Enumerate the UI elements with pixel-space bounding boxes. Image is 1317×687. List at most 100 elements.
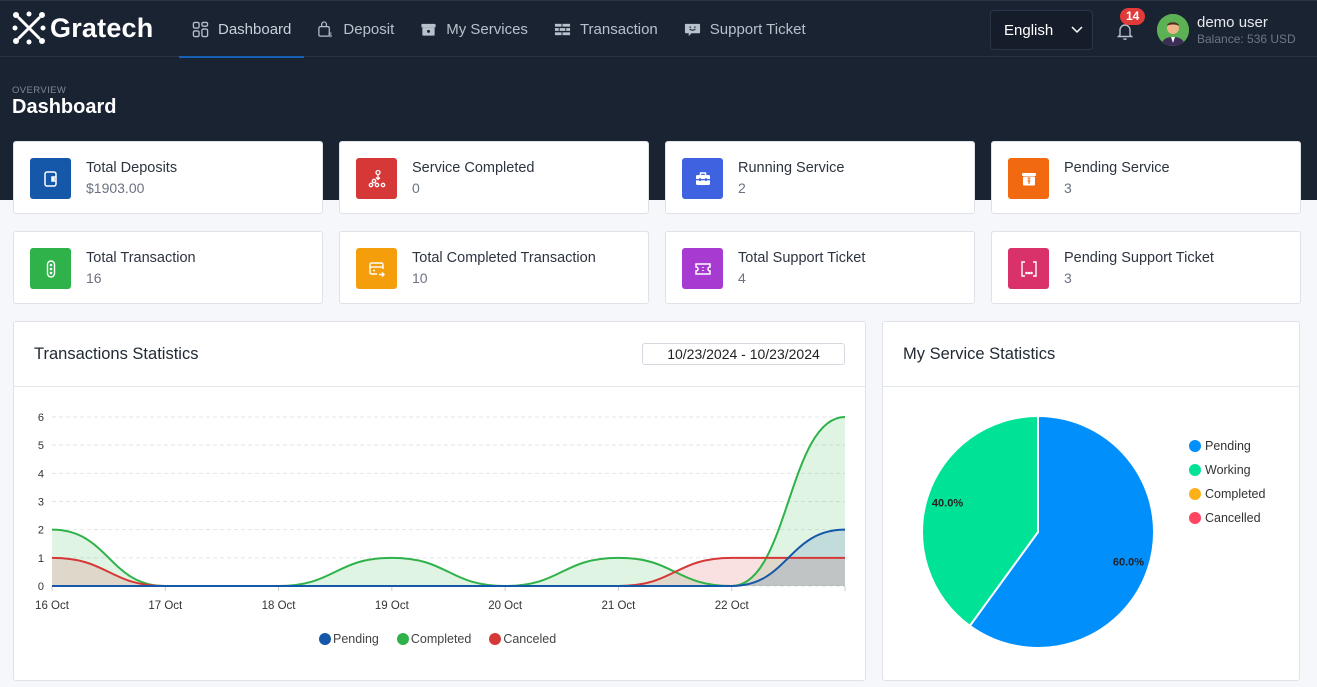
stat-label: Total Transaction [86,250,196,266]
legend-label: Cancelled [1205,511,1261,525]
hierarchy-icon [368,169,385,187]
notification-badge: 14 [1120,8,1146,25]
stat-value: $1903.00 [86,180,145,196]
legend-label: Working [1205,463,1251,477]
service-statistics-panel: My Service Statistics 60.0% 40.0% Pending… [882,321,1300,681]
stat-card-running-service[interactable]: Running Service 2 [665,141,975,214]
stat-label: Running Service [738,160,845,176]
nav-item-label: Support Ticket [709,21,806,38]
services-box-icon [421,23,436,36]
panel-header: My Service Statistics [883,322,1299,387]
nav-item-dashboard[interactable]: Dashboard [179,1,305,58]
stat-card-total-deposits[interactable]: Total Deposits $1903.00 [13,141,323,214]
main-menu: Dashboard $ Deposit My Services Transact… [179,1,819,58]
legend-label: Completed [410,632,472,646]
y-tick-label: 4 [38,468,44,480]
top-navbar: Gratech Dashboard $ Deposit My Services … [0,0,1317,58]
nav-item-label: Transaction [579,21,658,38]
pie-legend: Pending Working Completed Cancelled [1189,434,1265,530]
legend-item-canceled[interactable]: Canceled [489,632,556,646]
legend-dot [1189,464,1201,476]
legend-dot [1189,512,1201,524]
y-tick-label: 5 [38,440,44,452]
x-tick-label: 18 Oct [262,600,297,612]
nav-item-transaction[interactable]: Transaction [541,1,671,58]
stat-card-service-completed[interactable]: Service Completed 0 [339,141,649,214]
brackets-dots-icon [1020,260,1037,277]
stat-icon-bg [30,248,71,289]
legend-item-cancelled[interactable]: Cancelled [1189,506,1265,530]
legend-item-working[interactable]: Working [1189,458,1265,482]
transactions-statistics-panel: Transactions Statistics 0 1 2 3 4 5 6 16 Oct 17 … [13,321,866,681]
stat-icon-bg [1008,158,1049,199]
stat-value: 10 [412,270,428,286]
y-tick-label: 6 [38,412,44,424]
stat-icon-bg [682,158,723,199]
stat-value: 3 [1064,180,1072,196]
legend-item-completed[interactable]: Completed [396,632,472,646]
page-overline: OVERVIEW [12,85,67,96]
stat-card-total-transaction[interactable]: Total Transaction 16 [13,231,323,304]
deposit-icon: $ [318,21,333,38]
stat-value: 16 [86,270,102,286]
legend-dot [1189,440,1201,452]
wallet-icon [43,170,57,187]
ticket-icon [694,262,711,275]
x-tick-label: 22 Oct [715,600,750,612]
brand-logo[interactable]: Gratech [12,11,153,45]
stat-card-total-support-ticket[interactable]: Total Support Ticket 4 [665,231,975,304]
stat-card-total-completed-transaction[interactable]: Total Completed Transaction 10 [339,231,649,304]
language-value: English [1004,21,1054,39]
legend-dot [1189,488,1201,500]
user-balance: Balance: 536 USD [1197,32,1296,46]
stat-label: Pending Support Ticket [1064,250,1214,266]
stat-value: 4 [738,270,746,286]
nav-item-label: My Services [446,21,528,38]
x-tick-label: 17 Oct [148,600,183,612]
legend-item-completed[interactable]: Completed [1189,482,1265,506]
stat-icon-bg [30,158,71,199]
user-avatar-icon [1157,14,1189,46]
stat-icon-bg [356,158,397,199]
y-tick-label: 1 [38,553,44,565]
nav-item-support-ticket[interactable]: Support Ticket [671,1,819,58]
x-tick-label: 20 Oct [488,600,523,612]
language-select[interactable]: English [990,10,1093,50]
panel-title: Transactions Statistics [34,345,199,363]
traffic-light-icon [46,259,55,278]
nav-item-deposit[interactable]: $ Deposit [304,1,407,58]
logo-icon [12,11,46,45]
brand-name: Gratech [50,12,154,43]
date-range-input[interactable] [642,343,845,365]
stat-card-pending-support-ticket[interactable]: Pending Support Ticket 3 [991,231,1301,304]
y-tick-label: 3 [38,497,44,509]
stat-value: 0 [412,180,420,196]
card-transfer-icon [368,261,385,277]
stat-label: Total Support Ticket [738,250,866,266]
stat-icon-bg [356,248,397,289]
legend-item-pending[interactable]: Pending [1189,434,1265,458]
panel-header: Transactions Statistics [14,322,865,387]
chevron-down-icon [1071,26,1083,34]
y-tick-label: 0 [38,581,44,593]
stat-value: 3 [1064,270,1072,286]
stat-card-pending-service[interactable]: Pending Service 3 [991,141,1301,214]
chat-icon [684,23,700,37]
legend-dot [489,633,502,645]
nav-item-label: Deposit [343,21,395,38]
avatar[interactable] [1157,14,1189,46]
nav-item-label: Dashboard [218,21,292,38]
legend-label: Pending [1205,439,1251,453]
pie-data-label: 40.0% [932,498,963,510]
stat-label: Total Completed Transaction [412,250,596,266]
x-tick-label: 16 Oct [35,600,70,612]
stat-icon-bg [682,248,723,289]
transaction-icon [554,23,570,36]
nav-item-my-services[interactable]: My Services [407,1,541,58]
stat-value: 2 [738,180,746,196]
x-tick-label: 19 Oct [375,600,410,612]
user-name[interactable]: demo user [1197,14,1268,31]
legend-item-pending[interactable]: Pending [319,632,379,646]
dashboard-grid-icon [192,21,209,38]
legend-dot [396,633,409,645]
